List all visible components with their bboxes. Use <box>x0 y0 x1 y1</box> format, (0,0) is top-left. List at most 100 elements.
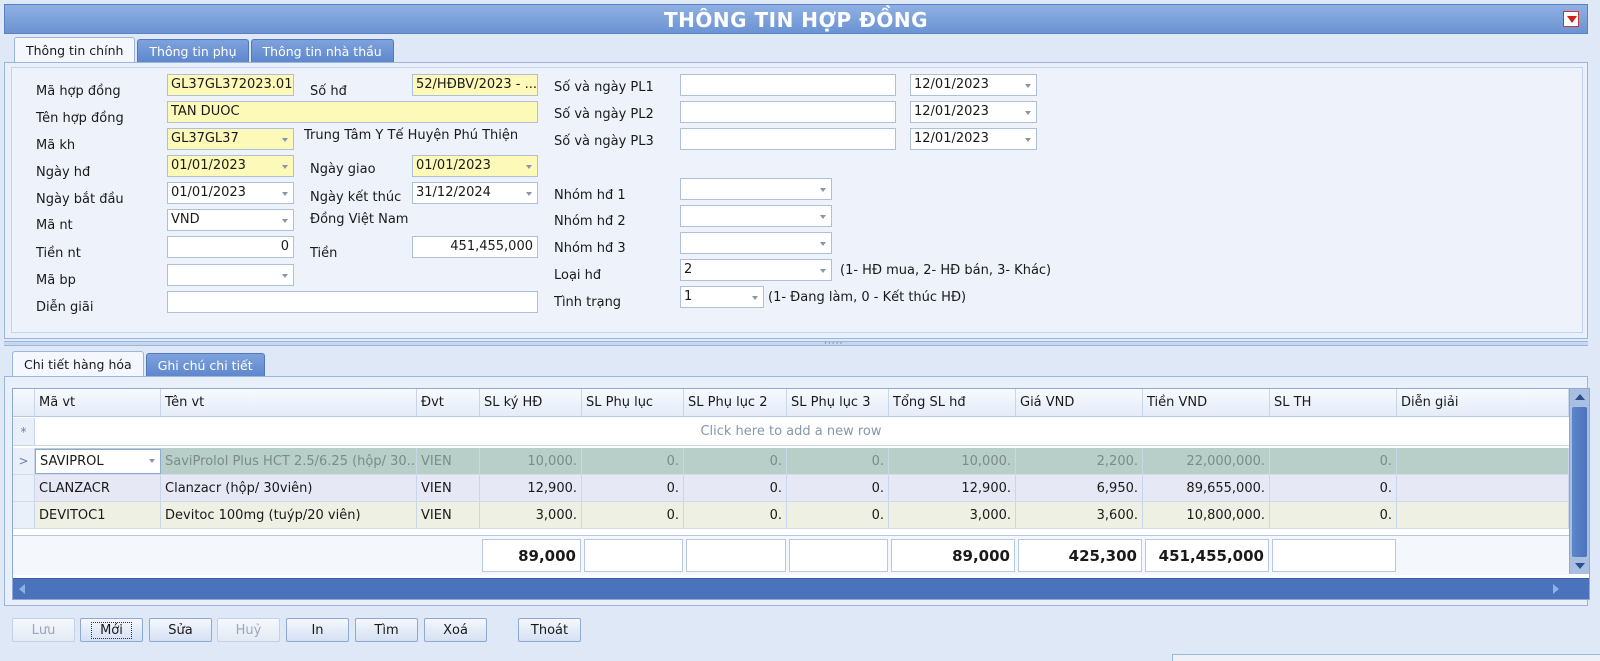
cell-sl-phu-luc[interactable]: 0. <box>582 475 684 501</box>
col-header-ten-vt[interactable]: Tên vt <box>161 389 417 416</box>
tien-nt-field[interactable]: 0 <box>167 236 294 258</box>
cell-sl-phu-luc[interactable]: 0. <box>582 448 684 474</box>
vertical-scrollbar[interactable] <box>1569 389 1589 574</box>
cell-dien-giai[interactable] <box>1397 502 1569 528</box>
cell-ten-vt[interactable]: Clanzacr (hộp/ 30viên) <box>161 475 417 501</box>
col-header-ma-vt[interactable]: Mã vt <box>35 389 161 416</box>
pl1-date[interactable]: 12/01/2023 <box>910 74 1037 96</box>
col-header-sl-th[interactable]: SL TH <box>1270 389 1397 416</box>
col-header-gia-vnd[interactable]: Giá VND <box>1016 389 1143 416</box>
so-hd-field[interactable]: 52/HĐBV/2023 - ... <box>412 74 538 96</box>
col-header-sl-ky-hd[interactable]: SL ký HĐ <box>480 389 582 416</box>
col-header-dvt[interactable]: Đvt <box>417 389 480 416</box>
ma-nt-combo[interactable]: VND <box>167 209 294 231</box>
cell-tien-vnd[interactable]: 89,655,000. <box>1143 475 1270 501</box>
new-row[interactable]: * Click here to add a new row <box>13 418 1569 446</box>
cell-gia-vnd[interactable]: 6,950. <box>1016 475 1143 501</box>
xoa-button[interactable]: Xoá <box>424 618 487 642</box>
col-header-sl-phu-luc[interactable]: SL Phụ lục <box>582 389 684 416</box>
loai-hd-combo[interactable]: 2 <box>680 259 832 281</box>
cell-dvt[interactable]: VIEN <box>417 502 480 528</box>
cell-sl-phu-luc-3[interactable]: 0. <box>787 475 889 501</box>
tab-chi-tiet-hang-hoa[interactable]: Chi tiết hàng hóa <box>12 351 144 377</box>
cell-ma-vt[interactable]: CLANZACR <box>35 475 161 501</box>
col-header-sl-phu-luc-3[interactable]: SL Phụ lục 3 <box>787 389 889 416</box>
tab-thong-tin-phu[interactable]: Thông tin phụ <box>137 39 249 63</box>
cell-sl-ky-hd[interactable]: 3,000. <box>480 502 582 528</box>
new-row-prompt[interactable]: Click here to add a new row <box>13 424 1569 439</box>
cell-ma-vt[interactable]: DEVITOC1 <box>35 502 161 528</box>
cell-dvt[interactable]: VIEN <box>417 448 480 474</box>
in-button[interactable]: In <box>286 618 349 642</box>
cell-sl-th[interactable]: 0. <box>1270 475 1397 501</box>
ngay-hd-date[interactable]: 01/01/2023 <box>167 155 294 177</box>
cell-tong-sl-hd[interactable]: 12,900. <box>889 475 1016 501</box>
scroll-up-icon[interactable] <box>1575 394 1585 400</box>
scroll-left-icon[interactable] <box>19 584 25 594</box>
cell-sl-phu-luc-3[interactable]: 0. <box>787 502 889 528</box>
table-row[interactable]: DEVITOC1 Devitoc 100mg (tuýp/20 viên) VI… <box>13 502 1569 529</box>
huy-button[interactable]: Huỷ <box>217 618 280 642</box>
cell-gia-vnd[interactable]: 3,600. <box>1016 502 1143 528</box>
pl2-date[interactable]: 12/01/2023 <box>910 101 1037 123</box>
dien-giai-field[interactable] <box>167 291 538 313</box>
cell-dien-giai[interactable] <box>1397 475 1569 501</box>
cell-ten-vt[interactable]: SaviProlol Plus HCT 2.5/6.25 (hộp/ 30... <box>161 448 417 474</box>
cell-ma-vt-editor[interactable]: SAVIPROL <box>35 449 161 474</box>
cell-sl-phu-luc-2[interactable]: 0. <box>684 502 787 528</box>
cell-tien-vnd[interactable]: 10,800,000. <box>1143 502 1270 528</box>
dropdown-arrow-icon[interactable] <box>1563 11 1579 27</box>
cell-tong-sl-hd[interactable]: 3,000. <box>889 502 1016 528</box>
cell-sl-ky-hd[interactable]: 10,000. <box>480 448 582 474</box>
cell-sl-phu-luc-3[interactable]: 0. <box>787 448 889 474</box>
ma-bp-combo[interactable] <box>167 264 294 286</box>
col-header-tien-vnd[interactable]: Tiền VND <box>1143 389 1270 416</box>
tinh-trang-combo[interactable]: 1 <box>680 286 764 308</box>
cell-sl-ky-hd[interactable]: 12,900. <box>480 475 582 501</box>
tab-thong-tin-nha-thau[interactable]: Thông tin nhà thầu <box>250 39 394 63</box>
pl1-number-field[interactable] <box>680 74 896 96</box>
thoat-button[interactable]: Thoát <box>518 618 581 642</box>
cell-dien-giai[interactable] <box>1397 448 1569 474</box>
col-header-sl-phu-luc-2[interactable]: SL Phụ lục 2 <box>684 389 787 416</box>
col-header-dien-giai[interactable]: Diễn giải <box>1397 389 1569 416</box>
cell-tong-sl-hd[interactable]: 10,000. <box>889 448 1016 474</box>
ma-hop-dong-field[interactable]: GL37GL372023.01 <box>167 74 294 96</box>
tab-thong-tin-chinh[interactable]: Thông tin chính <box>14 37 136 63</box>
cell-sl-phu-luc-2[interactable]: 0. <box>684 448 787 474</box>
scroll-right-icon[interactable] <box>1553 584 1559 594</box>
scroll-down-icon[interactable] <box>1575 563 1585 569</box>
cell-dvt[interactable]: VIEN <box>417 475 480 501</box>
ten-hop-dong-field[interactable]: TAN DUOC <box>167 101 538 123</box>
cell-sl-th[interactable]: 0. <box>1270 502 1397 528</box>
col-header-tong-sl-hd[interactable]: Tổng SL hđ <box>889 389 1016 416</box>
nhom-hd-3-combo[interactable] <box>680 232 832 254</box>
items-grid[interactable]: Mã vt Tên vt Đvt SL ký HĐ SL Phụ lục SL … <box>12 388 1590 600</box>
horizontal-scrollbar[interactable] <box>13 578 1589 599</box>
cell-tien-vnd[interactable]: 22,000,000. <box>1143 448 1270 474</box>
table-row[interactable]: > SAVIPROL SaviProlol Plus HCT 2.5/6.25 … <box>13 448 1569 475</box>
tien-field[interactable]: 451,455,000 <box>412 236 538 258</box>
panel-splitter[interactable]: ····· <box>4 339 1588 349</box>
sua-button[interactable]: Sửa <box>149 618 212 642</box>
cell-gia-vnd[interactable]: 2,200. <box>1016 448 1143 474</box>
pl2-number-field[interactable] <box>680 101 896 123</box>
ngay-bat-dau-date[interactable]: 01/01/2023 <box>167 182 294 204</box>
cell-ten-vt[interactable]: Devitoc 100mg (tuýp/20 viên) <box>161 502 417 528</box>
pl3-date[interactable]: 12/01/2023 <box>910 128 1037 150</box>
ma-kh-combo[interactable]: GL37GL37 <box>167 128 294 150</box>
nhom-hd-1-combo[interactable] <box>680 178 832 200</box>
cell-sl-th[interactable]: 0. <box>1270 448 1397 474</box>
ngay-ket-thuc-date[interactable]: 31/12/2024 <box>412 182 538 204</box>
moi-button[interactable]: Mới <box>80 618 143 642</box>
luu-button[interactable]: Lưu <box>12 618 75 642</box>
cell-sl-phu-luc-2[interactable]: 0. <box>684 475 787 501</box>
scroll-thumb[interactable] <box>1572 407 1587 557</box>
cell-sl-phu-luc[interactable]: 0. <box>582 502 684 528</box>
pl3-number-field[interactable] <box>680 128 896 150</box>
tim-button[interactable]: Tìm <box>355 618 418 642</box>
nhom-hd-2-combo[interactable] <box>680 205 832 227</box>
table-row[interactable]: CLANZACR Clanzacr (hộp/ 30viên) VIEN 12,… <box>13 475 1569 502</box>
ngay-giao-date[interactable]: 01/01/2023 <box>412 155 538 177</box>
tab-ghi-chu-chi-tiet[interactable]: Ghi chú chi tiết <box>145 353 265 377</box>
